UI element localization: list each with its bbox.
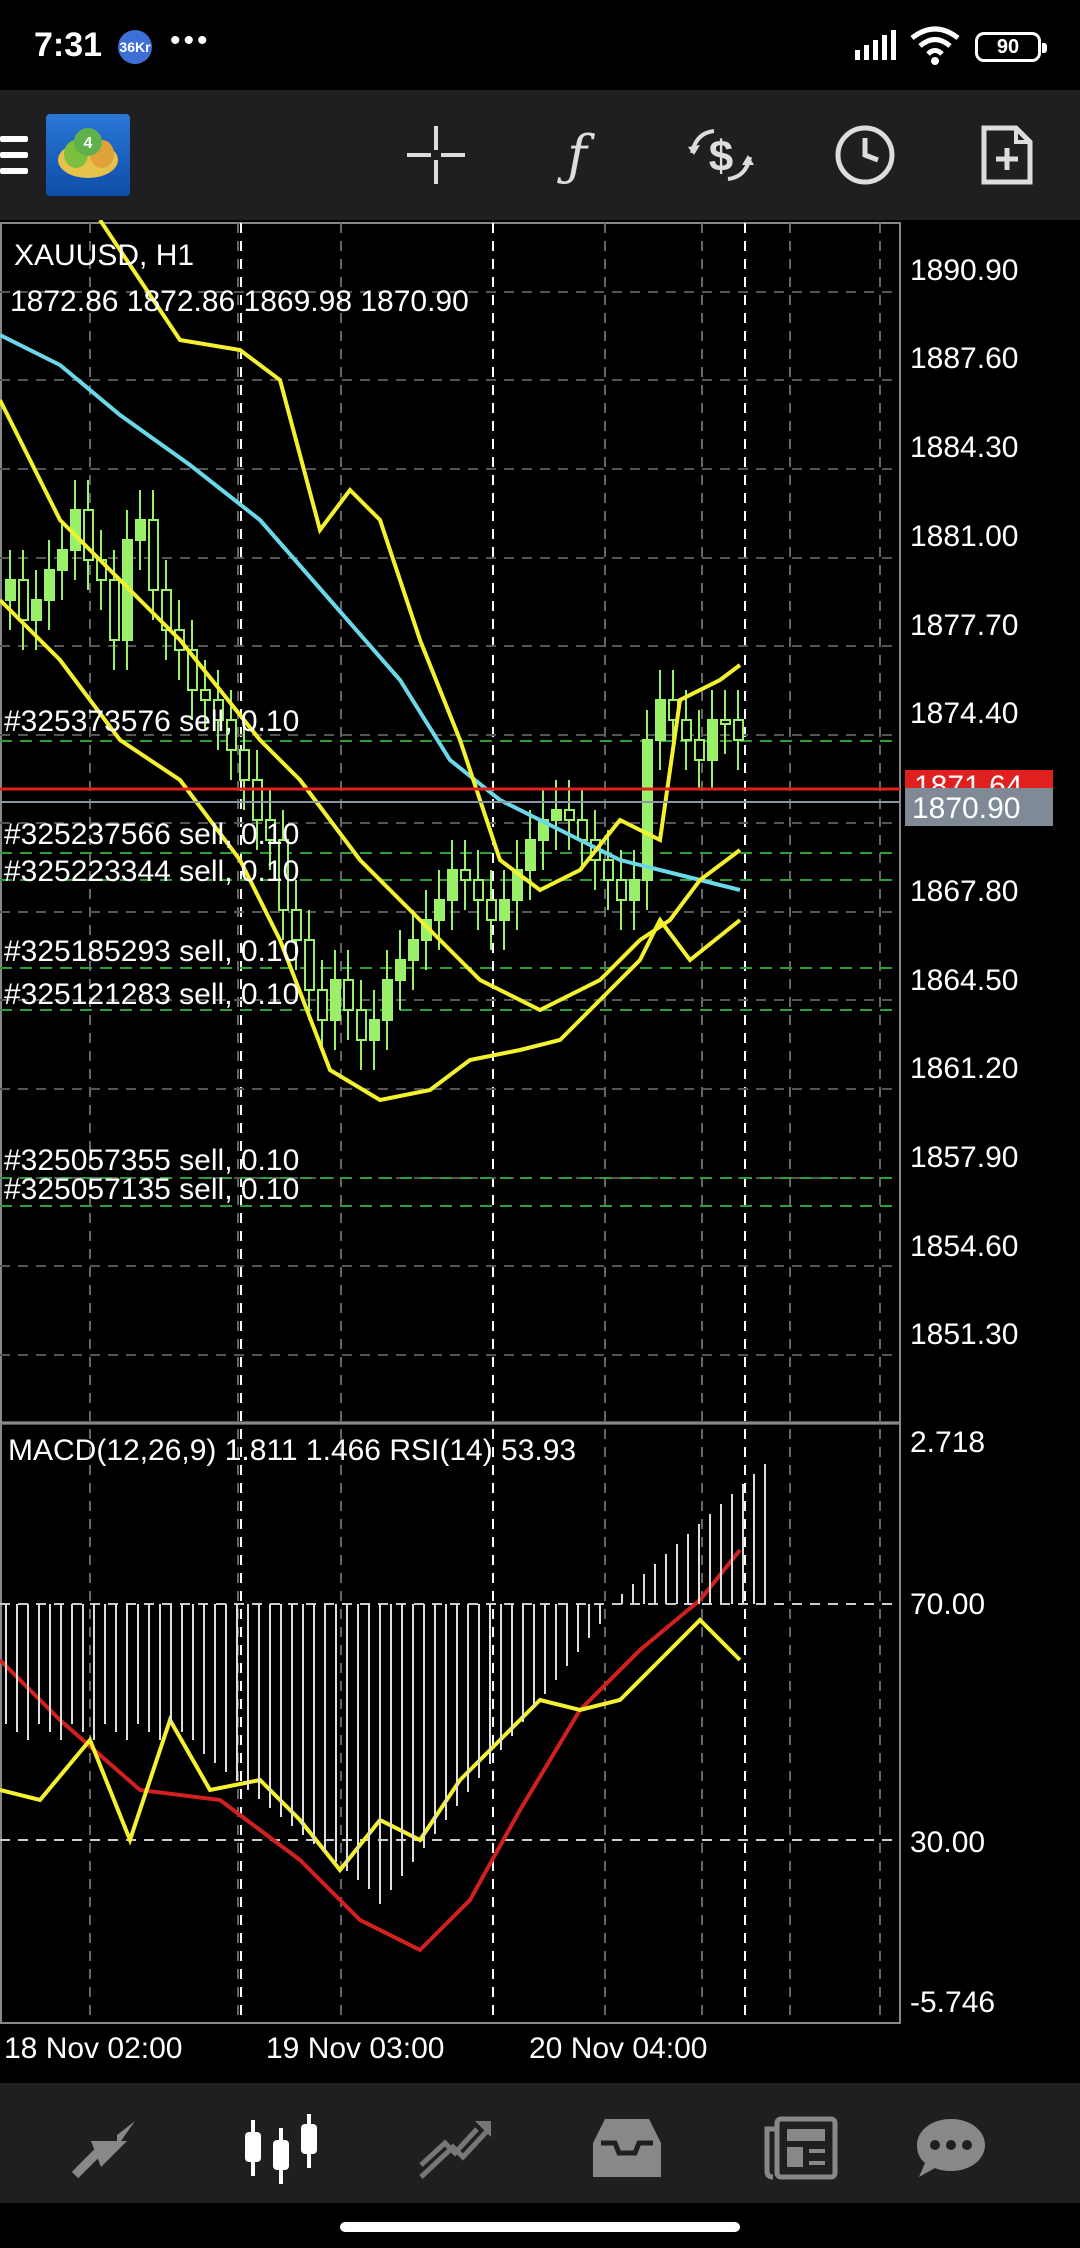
candle-body [460,869,471,881]
chart-area[interactable]: XAUUSD, H1 1872.86 1872.86 1869.98 1870.… [0,218,1080,2080]
candle-body [44,569,55,601]
candle-body [486,899,497,921]
home-indicator [340,2222,740,2232]
trade-icon[interactable]: $ [686,120,756,190]
order-label[interactable]: #325237566 sell, 0.10 [4,818,299,851]
indicator-axis-bottom: -5.746 [910,1986,995,2019]
price-tick: 1857.90 [910,1141,1018,1174]
price-tick: 1861.20 [910,1052,1018,1085]
price-chart[interactable]: XAUUSD, H1 1872.86 1872.86 1869.98 1870.… [0,218,1080,2080]
candle-body [707,719,718,761]
battery-icon: 90 [975,32,1047,62]
candle-body [57,549,68,571]
candle-body [395,959,406,981]
chat-icon[interactable] [906,2103,996,2193]
chart-ohlc: 1872.86 1872.86 1869.98 1870.90 [10,285,469,318]
news-icon[interactable] [756,2103,846,2193]
status-time: 7:31 [34,26,103,64]
candle-body [577,819,588,841]
function-icon[interactable]: ƒ [542,120,612,190]
candle-body [382,979,393,1021]
time-tick: 19 Nov 03:00 [266,2032,444,2065]
price-tick: 1881.00 [910,520,1018,553]
macd-histogram [5,1464,766,1904]
candle-body [603,859,614,881]
candle-body [356,1009,367,1041]
candle-body [252,779,263,821]
notification-badge-icon: 36Kr [118,30,152,64]
svg-text:$: $ [709,132,733,181]
metatrader-logo-icon[interactable]: 4 [46,114,130,196]
order-lines [0,740,900,1207]
candle-body [551,809,562,821]
candle-body [434,899,445,921]
candle-body [5,579,16,601]
price-tick: 1874.40 [910,697,1018,730]
candle-body [642,739,653,881]
candle-body [694,739,705,761]
signal-icon [855,30,896,60]
order-label[interactable]: #325373576 sell, 0.10 [4,705,299,738]
time-tick: 18 Nov 02:00 [4,2032,182,2065]
order-label[interactable]: #325223344 sell, 0.10 [4,855,299,888]
menu-icon[interactable] [0,136,28,176]
candle-body [31,599,42,621]
candle-body [733,719,744,741]
new-order-icon[interactable] [972,120,1042,190]
chart-icon[interactable] [236,2103,326,2193]
top-toolbar: 4 ƒ $ [0,90,1080,220]
order-label[interactable]: #325057135 sell, 0.10 [4,1173,299,1206]
clock-icon[interactable] [830,120,900,190]
candle-body [473,879,484,901]
price-tick: 1877.70 [910,609,1018,642]
candle-body [499,899,510,921]
price-tick: 1887.60 [910,342,1018,375]
ask-price-label: 1870.90 [912,792,1020,825]
indicator-axis-70: 70.00 [910,1588,985,1621]
order-label[interactable]: #325121283 sell, 0.10 [4,978,299,1011]
wifi-icon [910,26,960,65]
candle-body [629,879,640,901]
candle-body [681,719,692,741]
indicator-header: MACD(12,26,9) 1.811 1.466 RSI(14) 53.93 [8,1434,576,1467]
quotes-icon[interactable] [62,2103,152,2193]
price-tick: 1851.30 [910,1318,1018,1351]
candle-body [239,749,250,781]
candle-body [135,519,146,541]
indicator-axis-top: 2.718 [910,1426,985,1459]
candle-body [369,1019,380,1041]
price-tick: 1864.50 [910,964,1018,997]
price-tick: 1854.60 [910,1230,1018,1263]
more-notifications-icon: ••• [170,24,211,57]
chart-grid [0,223,900,2023]
candle-body [525,839,536,871]
price-tick: 1890.90 [910,254,1018,287]
candle-body [343,979,354,1011]
candle-body [720,719,731,725]
status-bar: 7:31 36Kr ••• 90 [0,0,1080,90]
candle-body [655,699,666,741]
candle-body [564,809,575,821]
candle-body [447,869,458,901]
indicator-axis-30: 30.00 [910,1826,985,1859]
bottom-navigation [0,2083,1080,2203]
time-tick: 20 Nov 04:00 [529,2032,707,2065]
candle-body [616,879,627,901]
candle-body [408,939,419,961]
candle-body [304,939,315,991]
price-tick: 1867.80 [910,875,1018,908]
candle-body [317,989,328,1021]
candle-body [18,579,29,621]
trade-icon[interactable] [410,2103,500,2193]
crosshair-icon[interactable] [401,120,471,190]
candle-body [330,979,341,1021]
price-tick: 1884.30 [910,431,1018,464]
history-icon[interactable] [582,2103,672,2193]
chart-symbol: XAUUSD, H1 [14,239,194,272]
svg-text:4: 4 [84,135,93,152]
candle-body [200,689,211,701]
order-label[interactable]: #325185293 sell, 0.10 [4,935,299,968]
candle-body [148,519,159,591]
candle-body [109,579,120,641]
